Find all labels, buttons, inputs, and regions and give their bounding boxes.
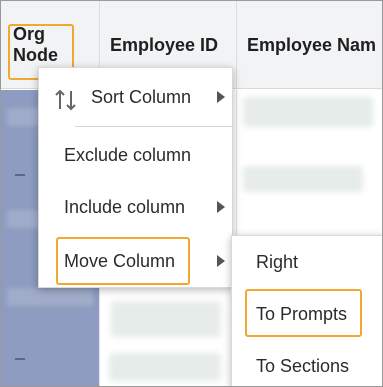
- chevron-right-icon: [217, 201, 225, 213]
- include-column-label: Include column: [64, 196, 186, 217]
- employee-name-header-label: Employee Nam: [247, 34, 377, 55]
- submenu-item-right[interactable]: Right: [232, 237, 382, 287]
- submenu-item-to-sections[interactable]: To Sections: [232, 341, 382, 386]
- cell-dash: [15, 174, 25, 176]
- to-sections-label: To Sections: [256, 355, 350, 376]
- employee-id-header-label: Employee ID: [110, 34, 219, 55]
- chevron-right-icon: [217, 91, 225, 103]
- to-prompts-highlight: [245, 289, 362, 337]
- obscured-cell: [243, 97, 373, 127]
- obscured-cell: [109, 353, 221, 381]
- obscured-cell: [7, 288, 93, 306]
- chevron-right-icon: [217, 255, 225, 267]
- sort-arrows-icon: [55, 89, 76, 111]
- menu-item-sort-column[interactable]: Sort Column: [39, 72, 234, 122]
- cell-dash: [15, 358, 25, 360]
- obscured-cell: [111, 301, 221, 337]
- menu-separator: [75, 126, 234, 127]
- move-column-highlight: [56, 237, 190, 285]
- column-context-menu: Sort Column Exclude column Include colum…: [38, 67, 234, 288]
- right-label: Right: [256, 251, 299, 272]
- menu-item-exclude-column[interactable]: Exclude column: [39, 130, 234, 180]
- menu-item-include-column[interactable]: Include column: [39, 182, 234, 232]
- column-header-employee-name[interactable]: Employee Nam: [236, 1, 382, 89]
- grid-frame: Org Node Employee ID Employee Nam Sort C…: [0, 0, 383, 387]
- move-column-submenu: Right To Prompts To Sections: [231, 235, 382, 386]
- sort-column-label: Sort Column: [91, 86, 192, 107]
- exclude-column-label: Exclude column: [64, 144, 192, 165]
- obscured-cell: [243, 166, 363, 192]
